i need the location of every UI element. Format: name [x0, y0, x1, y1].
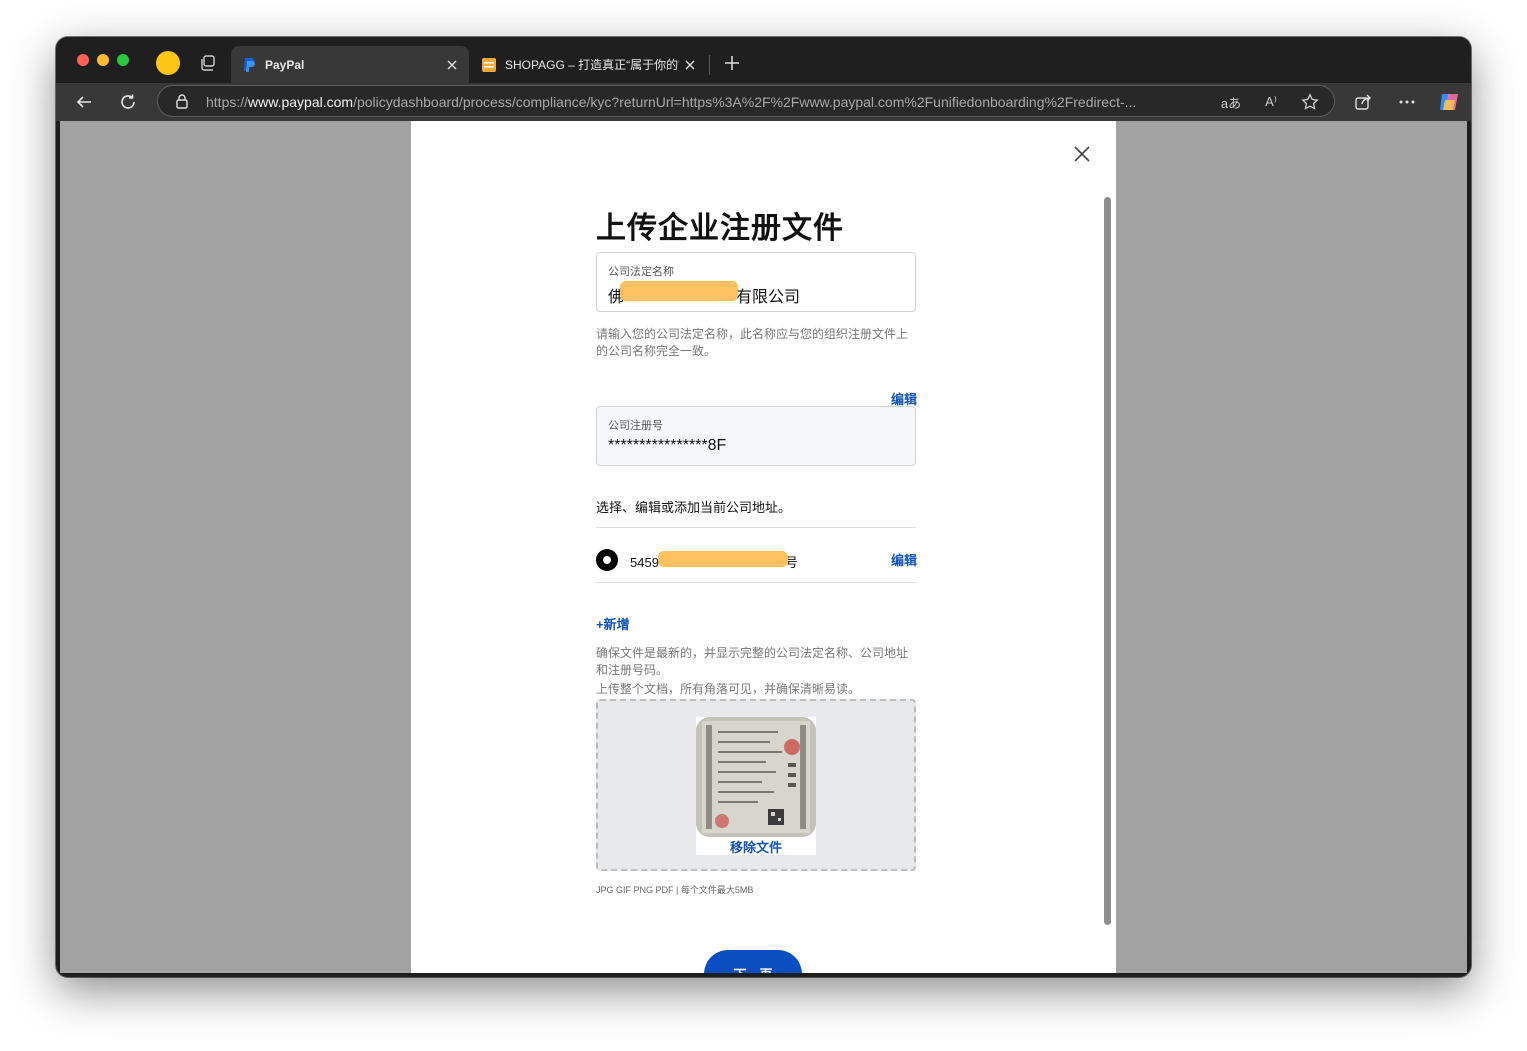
close-icon[interactable] [1071, 143, 1093, 165]
file-format-hint: JPG GIF PNG PDF | 每个文件最大5MB [596, 885, 754, 895]
close-window-button[interactable] [77, 54, 89, 66]
tab-title: SHOPAGG – 打造真正“属于你的” [505, 58, 679, 72]
address-bar[interactable]: https://www.paypal.com/policydashboard/p… [157, 85, 1335, 117]
registration-number-label: 公司注册号 [608, 420, 663, 432]
page-viewport: 上传企业注册文件 公司法定名称 佛有限公司 请输入您的公司法定名称，此名称应与您… [60, 121, 1467, 973]
upload-helper-1: 确保文件是最新的，并显示完整的公司法定名称、公司地址和注册号码。 [596, 646, 909, 677]
divider [596, 582, 916, 583]
close-tab-icon[interactable] [679, 54, 701, 76]
scrollbar-thumb[interactable] [1104, 197, 1111, 925]
refresh-icon[interactable] [115, 89, 141, 115]
tab-separator [709, 55, 710, 75]
registration-number-field: 公司注册号 ****************8F [596, 406, 916, 466]
tab-title: PayPal [265, 57, 305, 72]
uploaded-file-card: 移除文件 [696, 717, 816, 855]
favorite-star-icon[interactable] [1299, 91, 1321, 113]
redaction-mark [658, 551, 788, 567]
profile-avatar[interactable] [156, 51, 180, 75]
scrollbar[interactable] [1101, 189, 1115, 973]
browser-window: PayPal SHOPAGG – 打造真正“属于你的” https://www.… [56, 37, 1471, 977]
share-icon[interactable] [1350, 89, 1376, 115]
remove-file-link[interactable]: 移除文件 [696, 837, 816, 856]
page-title: 上传企业注册文件 [596, 212, 844, 245]
next-page-button[interactable]: 下一页 [704, 950, 802, 973]
edit-address-link[interactable]: 编辑 [891, 550, 917, 569]
business-license-thumbnail [696, 717, 816, 837]
add-address-link[interactable]: +新增 [596, 614, 630, 633]
toolbar: https://www.paypal.com/policydashboard/p… [56, 83, 1471, 121]
back-arrow-icon[interactable] [71, 89, 97, 115]
more-menu-icon[interactable] [1394, 89, 1420, 115]
legal-name-label: 公司法定名称 [608, 266, 674, 278]
read-aloud-icon[interactable]: A⁾ [1260, 91, 1282, 113]
redaction-mark [620, 281, 738, 301]
address-prompt: 选择、编辑或添加当前公司地址。 [596, 500, 792, 515]
tab-shopagg[interactable]: SHOPAGG – 打造真正“属于你的” [471, 46, 707, 83]
legal-name-field[interactable]: 公司法定名称 佛有限公司 [596, 252, 916, 312]
legal-name-helper: 请输入您的公司法定名称，此名称应与您的组织注册文件上的公司名称完全一致。 [596, 327, 909, 358]
shopagg-icon [481, 57, 497, 73]
copilot-icon[interactable] [1436, 89, 1462, 115]
maximize-window-button[interactable] [117, 54, 129, 66]
url-text[interactable]: https://www.paypal.com/policydashboard/p… [206, 94, 1206, 110]
file-dropzone[interactable]: 移除文件 [596, 699, 916, 871]
registration-number-value: ****************8F [608, 437, 727, 454]
tab-strip: PayPal SHOPAGG – 打造真正“属于你的” [56, 37, 1471, 83]
address-radio-selected[interactable] [596, 549, 618, 571]
paypal-icon [241, 57, 257, 73]
tab-actions-icon[interactable] [198, 53, 218, 73]
upload-dialog: 上传企业注册文件 公司法定名称 佛有限公司 请输入您的公司法定名称，此名称应与您… [411, 121, 1116, 973]
translate-icon[interactable]: aあ [1220, 91, 1242, 113]
close-tab-icon[interactable] [441, 54, 463, 76]
tab-paypal[interactable]: PayPal [231, 46, 469, 83]
divider [596, 527, 916, 528]
minimize-window-button[interactable] [97, 54, 109, 66]
lock-icon[interactable] [174, 93, 190, 109]
new-tab-button[interactable] [721, 52, 743, 74]
upload-helper-2: 上传整个文档，所有角落可见，并确保清晰易读。 [596, 682, 861, 696]
